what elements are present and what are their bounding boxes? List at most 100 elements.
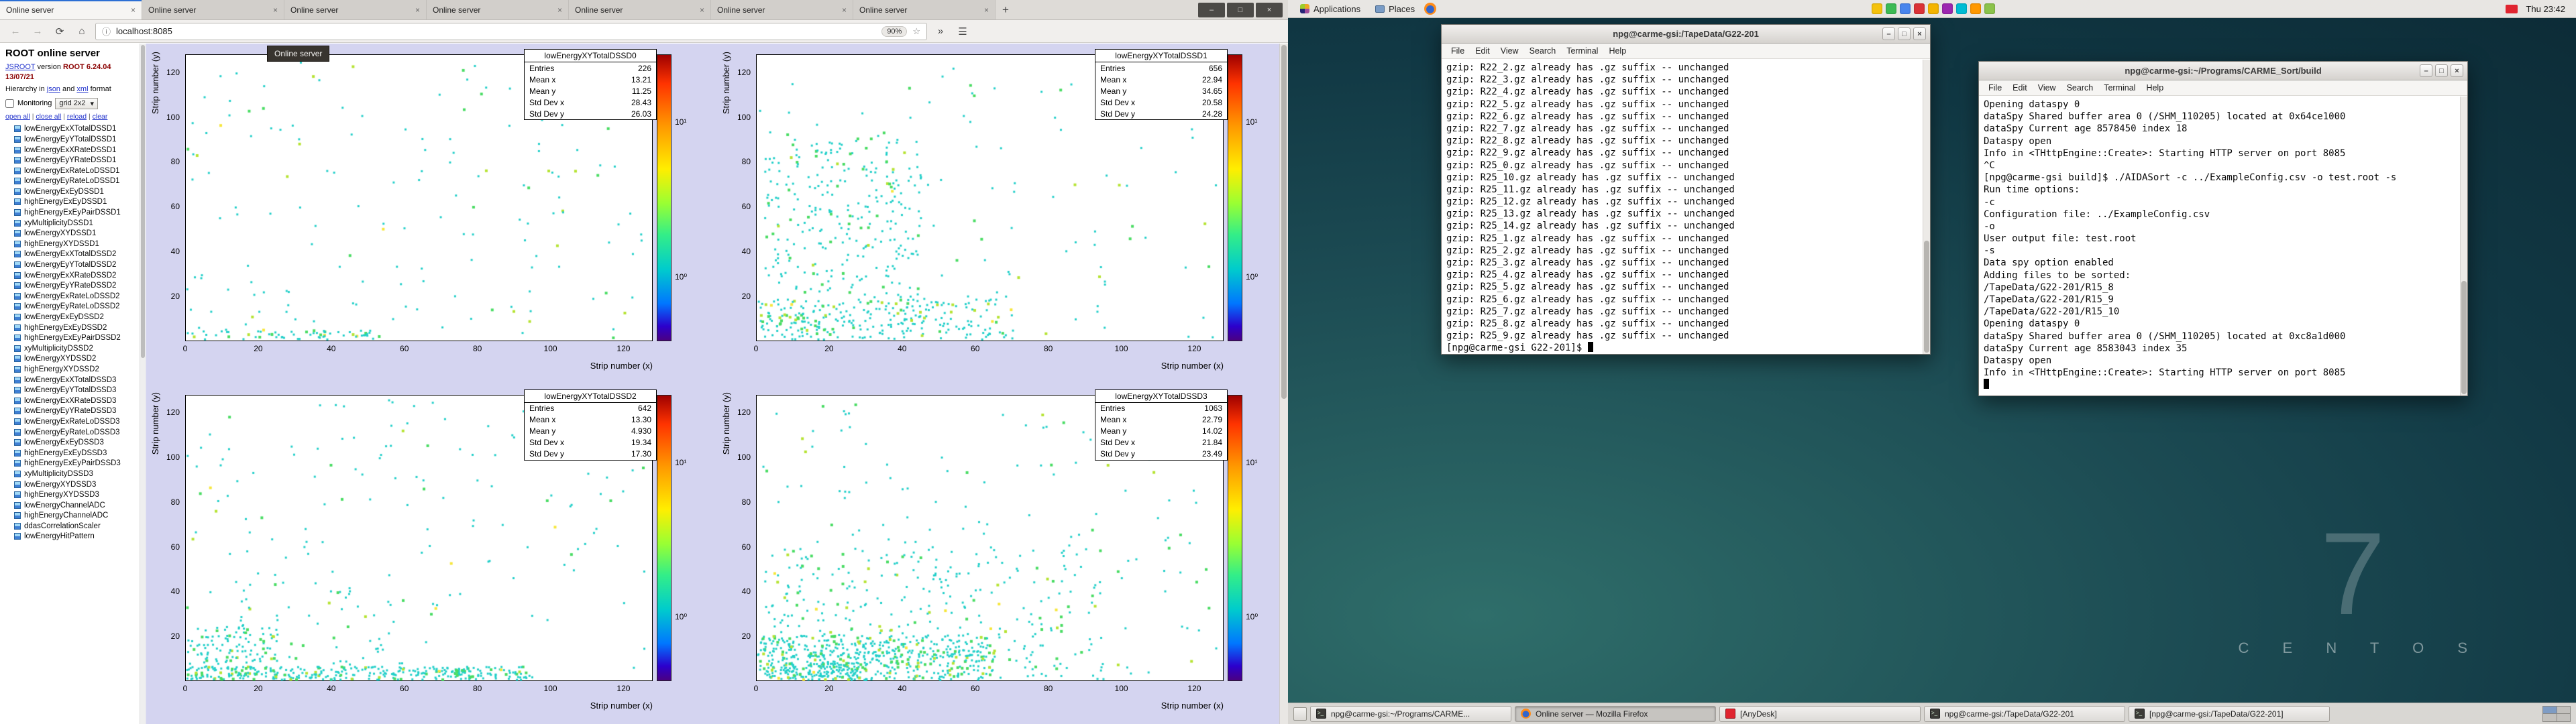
sidebar-scrollbar-thumb[interactable]: [141, 45, 145, 358]
browser-tab[interactable]: Online server×: [853, 0, 996, 19]
tray-icon-1[interactable]: [1872, 3, 1882, 14]
menu-help[interactable]: Help: [2141, 83, 2169, 93]
terminal-titlebar[interactable]: npg@carme-gsi:~/Programs/CARME_Sort/buil…: [1979, 62, 2467, 80]
tree-item[interactable]: lowEnergyEyRateLoDSSD3: [14, 427, 139, 438]
maximize-button[interactable]: □: [2435, 64, 2448, 77]
workspace-3[interactable]: [2543, 714, 2557, 721]
stats-box[interactable]: lowEnergyXYTotalDSSD2 Entries642Mean x13…: [524, 389, 657, 461]
back-icon[interactable]: ←: [7, 23, 24, 40]
menu-search[interactable]: Search: [1524, 46, 1562, 56]
url-bar[interactable]: ⓘ localhost:8085 90% ☆: [95, 23, 927, 40]
taskbar-item[interactable]: [npg@carme-gsi:/TapeData/G22-201]: [2129, 706, 2330, 722]
plot-dssd0[interactable]: Strip number (y) 20406080100120 02040608…: [146, 44, 717, 384]
menu-edit[interactable]: Edit: [2007, 83, 2033, 93]
tray-icon-5[interactable]: [1928, 3, 1939, 14]
tray-icon-8[interactable]: [1970, 3, 1981, 14]
taskbar-item[interactable]: [AnyDesk]: [1719, 706, 1921, 722]
firefox-launcher-icon[interactable]: [1424, 3, 1436, 15]
overflow-chevron-icon[interactable]: »: [932, 23, 949, 40]
panel-clock[interactable]: Thu 23:42: [2522, 4, 2569, 14]
xml-link[interactable]: xml: [76, 85, 88, 93]
tree-item[interactable]: lowEnergyEyYRateDSSD1: [14, 155, 139, 166]
tab-close-icon[interactable]: ×: [273, 5, 278, 15]
taskbar-item[interactable]: npg@carme-gsi:/TapeData/G22-201: [1924, 706, 2125, 722]
json-link[interactable]: json: [47, 85, 60, 93]
home-icon[interactable]: ⌂: [73, 23, 91, 40]
stats-box[interactable]: lowEnergyXYTotalDSSD1 Entries656Mean x22…: [1095, 49, 1228, 120]
site-info-icon[interactable]: ⓘ: [102, 25, 111, 38]
show-desktop-button[interactable]: [1293, 707, 1307, 721]
browser-tab[interactable]: Online server×: [711, 0, 853, 19]
minimize-button[interactable]: –: [1882, 27, 1895, 40]
tree-item[interactable]: xyMultiplicityDSSD2: [14, 343, 139, 354]
menu-file[interactable]: File: [1983, 83, 2007, 93]
menu-help[interactable]: Help: [1603, 46, 1631, 56]
tab-close-icon[interactable]: ×: [557, 5, 562, 15]
applications-menu[interactable]: Applications: [1295, 0, 1366, 17]
tree-item[interactable]: lowEnergyHitPattern: [14, 532, 139, 542]
layout-select[interactable]: grid 2x2 ▾: [55, 98, 98, 109]
monitoring-checkbox[interactable]: [5, 99, 14, 108]
close-button[interactable]: ×: [2451, 64, 2463, 77]
tray-icon-9[interactable]: [1984, 3, 1995, 14]
tab-close-icon[interactable]: ×: [842, 5, 847, 15]
tray-icon-6[interactable]: [1942, 3, 1953, 14]
plot-dssd3[interactable]: Strip number (y) 20406080100120 02040608…: [717, 384, 1288, 724]
tree-item[interactable]: xyMultiplicityDSSD1: [14, 218, 139, 229]
tray-icon-2[interactable]: [1886, 3, 1896, 14]
tree-item[interactable]: highEnergyExEyDSSD3: [14, 448, 139, 459]
menu-terminal[interactable]: Terminal: [1561, 46, 1603, 56]
tree-item[interactable]: lowEnergyEyYTotalDSSD3: [14, 385, 139, 396]
terminal-scrollbar-thumb[interactable]: [2461, 281, 2467, 394]
menu-file[interactable]: File: [1446, 46, 1470, 56]
menu-search[interactable]: Search: [2061, 83, 2099, 93]
anydesk-tray-icon[interactable]: [2506, 5, 2518, 13]
terminal-scrollbar-thumb[interactable]: [1924, 241, 1929, 353]
browser-tab[interactable]: Online server×: [0, 0, 142, 19]
tree-item[interactable]: highEnergyXYDSSD2: [14, 364, 139, 375]
workspace-1[interactable]: [2543, 707, 2557, 714]
tree-item[interactable]: lowEnergyEyRateLoDSSD2: [14, 302, 139, 312]
tray-icon-7[interactable]: [1956, 3, 1967, 14]
maximize-button[interactable]: □: [1227, 3, 1254, 17]
menu-edit[interactable]: Edit: [1470, 46, 1495, 56]
tree-item[interactable]: highEnergyChannelADC: [14, 511, 139, 522]
tree-item[interactable]: highEnergyXYDSSD3: [14, 489, 139, 500]
tree-item[interactable]: lowEnergyEyYTotalDSSD2: [14, 259, 139, 270]
tree-item[interactable]: lowEnergyXYDSSD2: [14, 354, 139, 365]
tab-close-icon[interactable]: ×: [131, 5, 136, 15]
forward-icon[interactable]: →: [29, 23, 46, 40]
tree-item[interactable]: lowEnergyExXRateDSSD3: [14, 396, 139, 406]
tree-item[interactable]: lowEnergyExXRateDSSD1: [14, 145, 139, 156]
terminal-titlebar[interactable]: npg@carme-gsi:/TapeData/G22-201 –□×: [1442, 25, 1930, 44]
tree-action-reload[interactable]: reload: [67, 113, 87, 121]
minimize-button[interactable]: –: [1198, 3, 1225, 17]
plot-dssd2[interactable]: Strip number (y) 20406080100120 02040608…: [146, 384, 717, 724]
tree-item[interactable]: highEnergyExEyPairDSSD3: [14, 459, 139, 469]
reload-icon[interactable]: ⟳: [51, 23, 68, 40]
tree-item[interactable]: lowEnergyEyYRateDSSD3: [14, 406, 139, 417]
tab-close-icon[interactable]: ×: [984, 5, 989, 15]
page-scrollbar-thumb[interactable]: [1281, 45, 1287, 399]
tree-item[interactable]: lowEnergyEyYRateDSSD2: [14, 280, 139, 291]
terminal-window-tapedata[interactable]: npg@carme-gsi:/TapeData/G22-201 –□× File…: [1441, 24, 1931, 355]
browser-tab[interactable]: Online server×: [284, 0, 427, 19]
page-scrollbar[interactable]: [1279, 44, 1288, 724]
browser-tab[interactable]: Online server×: [427, 0, 569, 19]
tree-item[interactable]: highEnergyXYDSSD1: [14, 239, 139, 249]
tray-icon-3[interactable]: [1900, 3, 1911, 14]
tree-action-clear[interactable]: clear: [93, 113, 108, 121]
tree-item[interactable]: lowEnergyExEyDSSD3: [14, 437, 139, 448]
tree-item[interactable]: lowEnergyXYDSSD1: [14, 228, 139, 239]
tree-item[interactable]: lowEnergyEyYTotalDSSD1: [14, 134, 139, 145]
taskbar-item[interactable]: npg@carme-gsi:~/Programs/CARME...: [1310, 706, 1511, 722]
tree-item[interactable]: lowEnergyExRateLoDSSD2: [14, 291, 139, 302]
tree-item[interactable]: highEnergyExEyDSSD2: [14, 322, 139, 333]
browser-tab[interactable]: Online server×: [142, 0, 284, 19]
terminal-scrollbar[interactable]: [2460, 97, 2467, 396]
tree-item[interactable]: lowEnergyXYDSSD3: [14, 479, 139, 490]
close-button[interactable]: ×: [1913, 27, 1926, 40]
terminal-scrollbar[interactable]: [1923, 60, 1930, 354]
close-button[interactable]: ×: [1256, 3, 1283, 17]
tree-item[interactable]: ddasCorrelationScaler: [14, 521, 139, 532]
